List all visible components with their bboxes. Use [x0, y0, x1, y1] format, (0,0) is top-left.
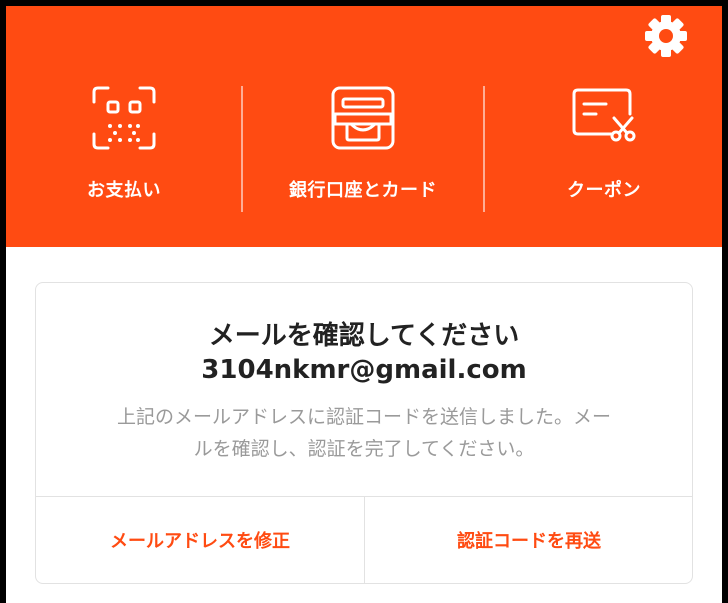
card-description: 上記のメールアドレスに認証コードを送信しました。メー ルを確認し、認証を完了して… [60, 401, 668, 465]
verify-email-card: メールを確認してください 3104nkmr@gmail.com 上記のメールアド… [35, 282, 693, 584]
nav-payment[interactable]: お支払い [6, 76, 242, 216]
nav-coupons[interactable]: クーポン [486, 76, 722, 216]
nav-bank-and-cards[interactable]: 銀行口座とカード [245, 76, 481, 216]
resend-code-button[interactable]: 認証コードを再送 [365, 497, 693, 583]
qr-code-icon [90, 84, 158, 152]
card-title: メールを確認してください [208, 321, 520, 351]
description-line: 上記のメールアドレスに認証コードを送信しました。メー [116, 406, 611, 428]
edit-email-button[interactable]: メールアドレスを修正 [36, 497, 364, 583]
coupon-icon [570, 84, 638, 152]
nav-label: クーポン [567, 180, 641, 201]
description-line: ルを確認し、認証を完了してください。 [193, 438, 535, 460]
app-frame: お支払い 銀行口座とカード クーポン メールを確認してください 3104nkmr… [6, 6, 722, 603]
nav-divider [483, 86, 485, 212]
nav-label: お支払い [87, 180, 161, 201]
header-bar: お支払い 銀行口座とカード クーポン [6, 6, 722, 247]
email-address: 3104nkmr@gmail.com [201, 355, 527, 385]
gear-icon[interactable] [640, 10, 692, 62]
nav-label: 銀行口座とカード [289, 180, 437, 201]
wallet-icon [329, 84, 397, 152]
nav-divider [241, 86, 243, 212]
